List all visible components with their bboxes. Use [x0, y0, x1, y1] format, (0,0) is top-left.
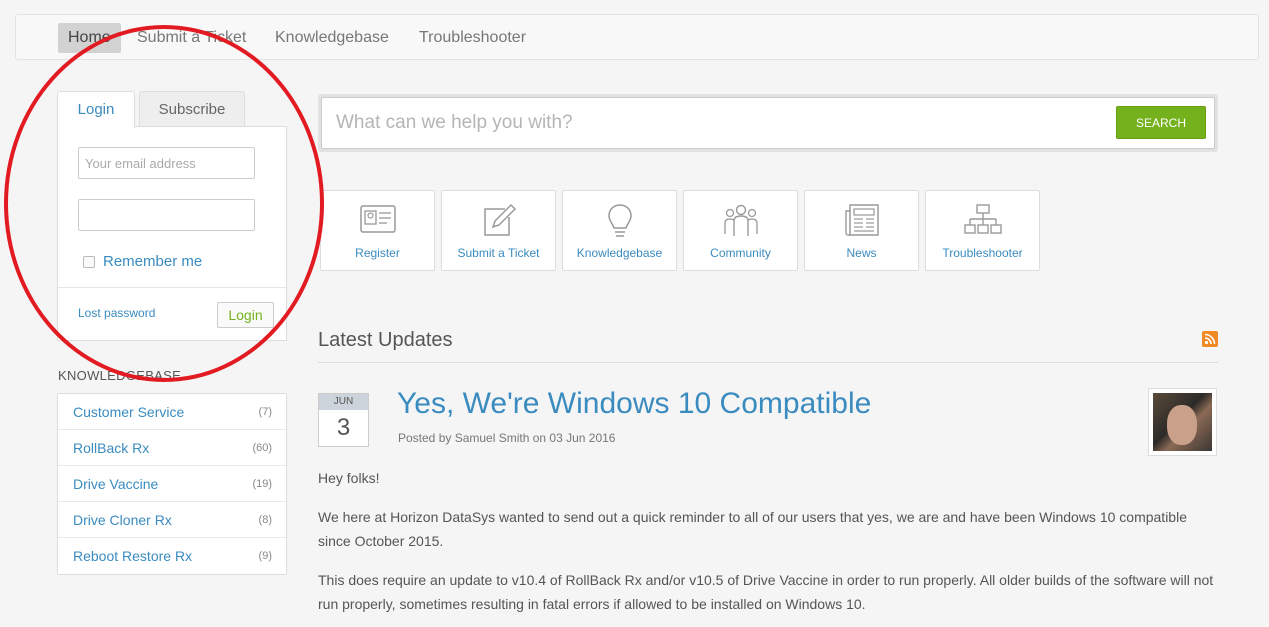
search-input[interactable]: [322, 98, 1102, 148]
post-title-link[interactable]: Yes, We're Windows 10 Compatible: [397, 387, 871, 421]
kb-item-count: (8): [258, 513, 272, 526]
tile-submit-ticket[interactable]: Submit a Ticket: [441, 190, 556, 271]
id-card-icon: [359, 205, 396, 233]
tile-knowledgebase[interactable]: Knowledgebase: [562, 190, 677, 271]
nav-submit-ticket[interactable]: Submit a Ticket: [127, 23, 256, 53]
kb-item-customer-service[interactable]: Customer Service (7): [58, 394, 286, 430]
login-panel: Remember me Lost password Login: [57, 126, 287, 341]
post-paragraph: We here at Horizon DataSys wanted to sen…: [318, 509, 1187, 549]
sitemap-icon: [963, 204, 1002, 234]
kb-item-count: (60): [252, 441, 272, 454]
tile-news[interactable]: News: [804, 190, 919, 271]
post-month: JUN: [319, 394, 368, 410]
latest-updates-heading: Latest Updates: [318, 329, 453, 351]
kb-item-drive-vaccine[interactable]: Drive Vaccine (19): [58, 466, 286, 502]
login-footer: Lost password Login: [58, 287, 286, 341]
people-icon: [723, 204, 758, 236]
kb-item-reboot-restore-rx[interactable]: Reboot Restore Rx (9): [58, 538, 286, 574]
avatar: [1148, 388, 1217, 456]
tab-login[interactable]: Login: [57, 91, 135, 128]
knowledgebase-list: Customer Service (7) RollBack Rx (60) Dr…: [57, 393, 287, 575]
post-date-badge: JUN 3: [318, 393, 369, 447]
tile-label: Troubleshooter: [942, 246, 1023, 260]
tile-label: Community: [710, 246, 771, 260]
remember-me[interactable]: Remember me: [83, 253, 202, 270]
tile-label: Submit a Ticket: [457, 246, 540, 260]
kb-item-rollback-rx[interactable]: RollBack Rx (60): [58, 430, 286, 466]
login-button[interactable]: Login: [217, 302, 274, 328]
newspaper-icon: [844, 204, 879, 236]
nav-home[interactable]: Home: [58, 23, 121, 53]
tile-label: Register: [355, 246, 400, 260]
edit-icon: [483, 203, 516, 236]
search-box: SEARCH: [321, 97, 1215, 149]
lost-password-link[interactable]: Lost password: [78, 306, 155, 320]
kb-item-count: (7): [258, 405, 272, 418]
kb-item-name: RollBack Rx: [73, 439, 150, 456]
kb-item-count: (19): [252, 477, 272, 490]
tile-troubleshooter[interactable]: Troubleshooter: [925, 190, 1040, 271]
top-navbar: Home Submit a Ticket Knowledgebase Troub…: [15, 14, 1259, 60]
remember-checkbox[interactable]: [83, 255, 95, 268]
kb-item-drive-cloner-rx[interactable]: Drive Cloner Rx (8): [58, 502, 286, 538]
password-input[interactable]: [78, 199, 255, 231]
search-bar: SEARCH: [318, 94, 1218, 152]
nav-knowledgebase[interactable]: Knowledgebase: [265, 23, 399, 53]
kb-item-count: (9): [258, 550, 272, 562]
lightbulb-icon: [607, 204, 632, 237]
nav-troubleshooter[interactable]: Troubleshooter: [409, 23, 536, 53]
knowledgebase-heading: KNOWLEDGEBASE: [58, 368, 182, 383]
updates-divider: [318, 362, 1218, 363]
avatar-image: [1153, 393, 1212, 451]
kb-item-name: Drive Cloner Rx: [73, 511, 172, 528]
login-tabs: Login Subscribe: [57, 91, 287, 128]
tile-community[interactable]: Community: [683, 190, 798, 271]
rss-icon[interactable]: [1202, 331, 1218, 347]
email-input[interactable]: [78, 147, 255, 179]
tile-label: Knowledgebase: [576, 246, 663, 260]
post-meta: Posted by Samuel Smith on 03 Jun 2016: [398, 431, 616, 445]
tile-label: News: [846, 246, 877, 260]
login-box: Login Subscribe Remember me Lost passwor…: [57, 91, 287, 341]
kb-item-name: Customer Service: [73, 403, 185, 420]
post-paragraph: This does require an update to v10.4 of …: [318, 572, 1214, 612]
tab-subscribe[interactable]: Subscribe: [139, 91, 245, 127]
tile-register[interactable]: Register: [320, 190, 435, 271]
post-day: 3: [336, 414, 351, 441]
kb-item-name: Reboot Restore Rx: [73, 548, 193, 564]
kb-item-name: Drive Vaccine: [73, 475, 159, 492]
search-button[interactable]: SEARCH: [1116, 106, 1206, 139]
remember-label: Remember me: [103, 253, 203, 270]
post-paragraph: Hey folks!: [318, 470, 380, 486]
